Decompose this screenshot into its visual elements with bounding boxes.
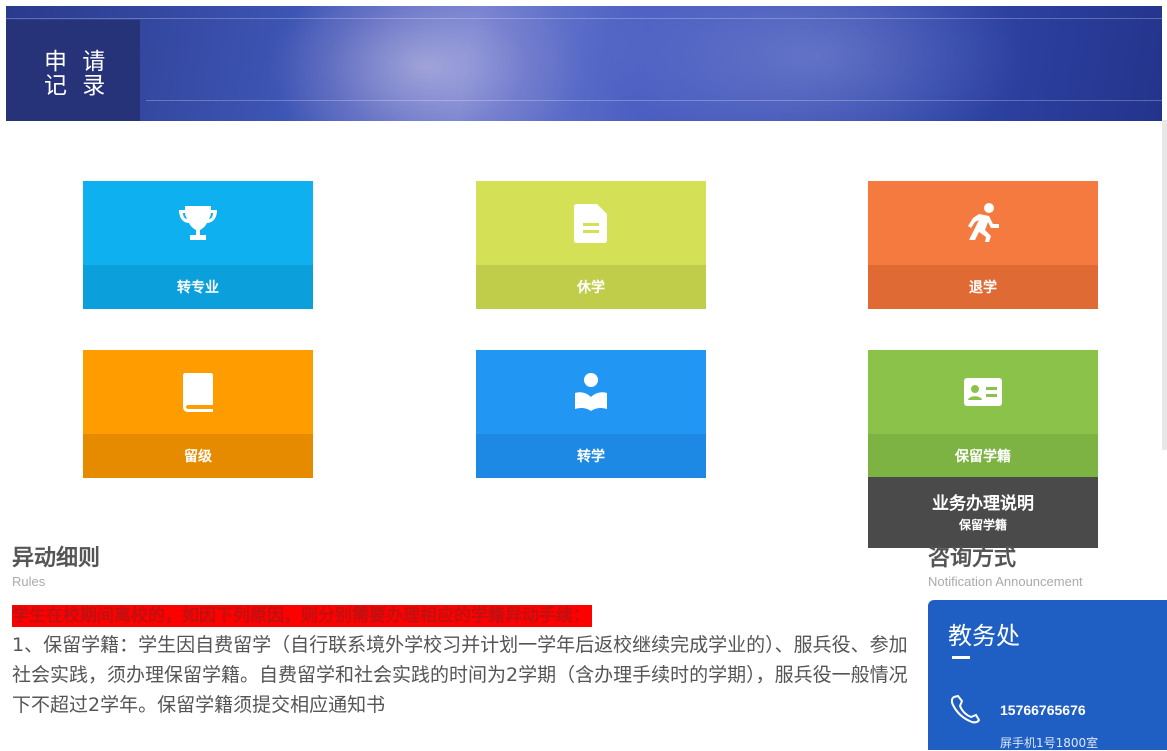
tile-icon-area <box>868 181 1098 265</box>
tile-icon-area <box>83 181 313 265</box>
phone-number[interactable]: 15766765676 <box>1000 702 1086 718</box>
contact-title: 咨询方式 <box>928 546 1017 571</box>
trophy-icon <box>179 206 217 240</box>
rules-highlight: 学生在校期间离校的，如因下列原因，则分别需要办理相应的学籍异动手续： <box>12 605 592 627</box>
tile-retain-enrollment[interactable]: 保留学籍 <box>868 350 1098 478</box>
page-title-line2: 记 录 <box>44 73 110 99</box>
scrollbar[interactable] <box>1162 120 1167 450</box>
rules-text: 1、保留学籍：学生因自费留学（自行联系境外学校习并计划一学年后返校继续完成学业的… <box>12 634 908 716</box>
tile-label: 转学 <box>476 434 706 478</box>
tile-icon-area <box>868 350 1098 434</box>
tile-icon-area <box>476 350 706 434</box>
tile-label: 休学 <box>476 265 706 309</box>
office-name: 教务处 <box>948 622 1020 650</box>
banner-line <box>146 100 1162 101</box>
contact-card: 教务处 15766765676 屏手机1号1800室 <box>928 600 1167 750</box>
id-card-icon <box>964 378 1002 406</box>
contact-extra: 屏手机1号1800室 <box>1000 736 1099 750</box>
banner-line <box>6 18 1162 19</box>
rules-title: 异动细则 <box>12 546 101 571</box>
page-title-line1: 申 请 <box>44 49 110 75</box>
header-banner: 申 请 记 录 <box>6 6 1162 121</box>
running-person-icon <box>968 203 999 242</box>
page-title: 申 请 记 录 <box>44 50 114 98</box>
phone-icon <box>950 694 981 724</box>
tile-label: 留级 <box>83 434 313 478</box>
tile-label: 转专业 <box>83 265 313 309</box>
page-title-box: 申 请 记 录 <box>6 20 140 121</box>
book-icon <box>183 373 213 412</box>
banner-decoration <box>266 6 586 121</box>
reading-person-icon <box>575 373 607 411</box>
popup-subtitle: 保留学籍 <box>958 518 1007 532</box>
banner-decoration <box>606 6 1026 121</box>
tile-repeat-grade[interactable]: 留级 <box>83 350 313 478</box>
document-icon <box>574 204 607 243</box>
rules-subtitle: Rules <box>12 574 46 589</box>
tile-icon-area <box>476 181 706 265</box>
tile-transfer-major[interactable]: 转专业 <box>83 181 313 309</box>
tile-icon-area <box>83 350 313 434</box>
tile-withdraw[interactable]: 退学 <box>868 181 1098 309</box>
contact-subtitle: Notification Announcement <box>928 574 1083 589</box>
divider <box>952 656 970 659</box>
tile-transfer-school[interactable]: 转学 <box>476 350 706 478</box>
tile-label: 退学 <box>868 265 1098 309</box>
popup-title: 业务办理说明 <box>932 494 1034 514</box>
business-guide-popup[interactable]: 业务办理说明 保留学籍 <box>868 477 1098 548</box>
tile-suspend-study[interactable]: 休学 <box>476 181 706 309</box>
tile-label: 保留学籍 <box>868 434 1098 478</box>
